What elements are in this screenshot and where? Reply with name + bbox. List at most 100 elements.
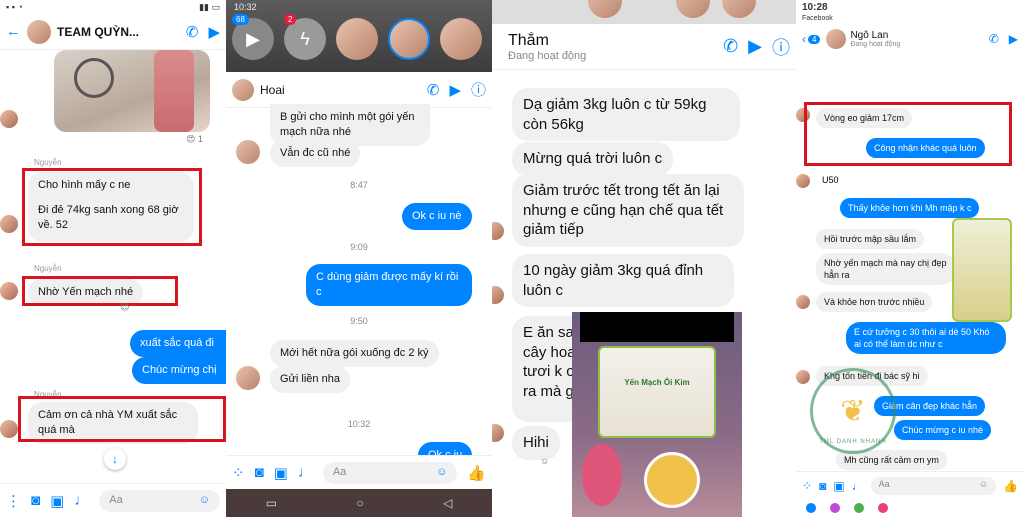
sender-name: Nguyễn <box>34 158 62 167</box>
camera-icon[interactable]: ◙ <box>31 492 40 509</box>
message-bubble[interactable]: Giảm trước tết trong tết ăn lại nhưng e … <box>512 174 744 247</box>
message-bubble[interactable]: Ok c iu nè <box>402 203 472 230</box>
message-bubble[interactable]: Nhờ yến mạch mà nay chị đẹp hẳn ra <box>816 253 956 286</box>
video-icon[interactable]: ▶ <box>1009 32 1018 46</box>
emoji-icon[interactable]: ☺ <box>199 494 210 508</box>
group-avatar[interactable] <box>27 19 51 44</box>
message-text[interactable]: U50 <box>816 172 845 188</box>
info-icon[interactable]: ⓘ <box>772 34 790 60</box>
more-icon[interactable]: ⋮ <box>6 492 21 510</box>
camera-icon[interactable]: ◙ <box>255 464 264 481</box>
message-bubble[interactable]: Vẫn đc cũ nhé <box>270 140 361 167</box>
contact-avatar[interactable] <box>826 29 847 49</box>
message-bubble[interactable]: 10 ngày giảm 3kg quá đỉnh luôn c <box>512 254 734 307</box>
camera-icon[interactable]: ◙ <box>819 479 826 493</box>
contact-avatar[interactable] <box>722 0 756 18</box>
sender-avatar[interactable] <box>0 110 18 128</box>
chat-header: Thắm Đang hoạt động ✆ ▶ ⓘ <box>492 24 796 70</box>
reaction-count[interactable]: 😍 1 <box>186 134 203 145</box>
phone-icon[interactable]: ✆ <box>186 23 199 41</box>
message-bubble[interactable]: xuất sắc quá đi <box>130 330 226 357</box>
message-input[interactable]: Aa ☺ <box>99 489 220 512</box>
reaction-add-icon[interactable]: ☺ <box>540 456 549 466</box>
scroll-down-button[interactable]: ↓ <box>104 448 126 470</box>
contact-avatar[interactable] <box>236 140 260 164</box>
message-bubble[interactable]: Thấy khỏe hơn khi Mh mập k c <box>840 198 980 219</box>
status-time: 10:28 <box>802 2 828 13</box>
back-arrow-icon[interactable]: ← <box>6 23 21 40</box>
video-icon[interactable]: ▶ <box>449 81 461 99</box>
sender-avatar[interactable] <box>492 424 504 442</box>
chat-panel-tham: Thắm Đang hoạt động ✆ ▶ ⓘ Dạ giảm 3kg lu… <box>492 0 796 517</box>
sender-avatar[interactable] <box>492 222 504 240</box>
chat-title[interactable]: TEAM QUỲN... <box>57 25 176 39</box>
message-bubble[interactable]: Gửi liền nha <box>270 366 350 393</box>
message-bubble[interactable]: Hihi <box>512 426 560 460</box>
timestamp: 8:47 <box>350 180 368 190</box>
sender-avatar[interactable] <box>0 282 18 300</box>
contact-avatar[interactable] <box>336 18 378 60</box>
info-icon[interactable]: ⓘ <box>471 79 486 100</box>
reaction-tray <box>796 499 1024 517</box>
contact-avatar[interactable] <box>388 18 430 60</box>
recent-apps-icon[interactable]: ▭ <box>266 496 277 510</box>
dot-icon[interactable] <box>806 503 816 513</box>
message-bubble[interactable]: E cứ tưởng c 30 thôi ai dè 50 Khó ai có … <box>846 322 1006 355</box>
contact-avatar[interactable] <box>588 0 622 18</box>
sender-avatar[interactable] <box>0 420 18 438</box>
apps-icon[interactable]: ⁘ <box>802 479 812 493</box>
message-bubble[interactable]: Mới hết nữa gói xuống đc 2 ký <box>270 340 439 367</box>
home-icon[interactable]: ○ <box>356 496 363 510</box>
sender-avatar[interactable] <box>796 295 810 309</box>
status-time: 10:32 <box>234 2 257 12</box>
message-input[interactable]: Aa ☺ <box>322 461 458 484</box>
image-icon[interactable]: ▣ <box>274 464 288 482</box>
emoji-icon[interactable]: ☺ <box>436 466 447 480</box>
message-bubble[interactable]: Mừng quá trời luôn c <box>512 142 674 176</box>
back-icon[interactable]: ◁ <box>443 496 452 510</box>
phone-icon[interactable]: ✆ <box>723 36 738 57</box>
sender-avatar[interactable] <box>796 174 810 188</box>
contact-avatar[interactable] <box>236 366 260 390</box>
like-icon[interactable]: 👍 <box>467 464 486 482</box>
sender-avatar[interactable] <box>796 370 810 384</box>
photo-message[interactable] <box>54 50 210 132</box>
dot-icon[interactable] <box>878 503 888 513</box>
chat-title[interactable]: Hoai <box>260 83 417 97</box>
message-bubble[interactable]: Hồi trước mập sầu lắm <box>816 229 924 250</box>
product-photo[interactable]: Yến Mạch Ôi Kim <box>572 312 742 517</box>
contact-avatar[interactable] <box>232 78 254 101</box>
chat-title[interactable]: Ngô Lan <box>850 30 978 41</box>
sender-avatar[interactable] <box>0 215 18 233</box>
dot-icon[interactable] <box>830 503 840 513</box>
reaction-count[interactable]: 😍 <box>120 302 129 313</box>
emoji-icon[interactable]: ☺ <box>979 479 988 493</box>
redaction-bar <box>580 312 734 342</box>
contact-avatar[interactable] <box>440 18 482 60</box>
apps-icon[interactable]: ⁘ <box>232 464 245 482</box>
dot-icon[interactable] <box>854 503 864 513</box>
mic-icon[interactable]: ♩ <box>298 464 313 481</box>
mic-icon[interactable]: ♩ <box>852 479 864 493</box>
back-arrow-icon[interactable]: ‹ <box>802 32 806 46</box>
video-icon[interactable]: ▶ <box>748 36 762 57</box>
active-status: Đang hoạt động <box>850 41 901 48</box>
message-input[interactable]: Aa ☺ <box>870 476 997 495</box>
story-badge: 68 <box>232 14 249 25</box>
message-bubble[interactable]: Và khỏe hơn trước nhiều <box>816 292 933 313</box>
mic-icon[interactable]: ♩ <box>74 492 89 509</box>
like-icon[interactable]: 👍 <box>1003 479 1018 493</box>
contact-avatar[interactable] <box>676 0 710 18</box>
phone-icon[interactable]: ✆ <box>427 81 440 99</box>
sender-avatar[interactable] <box>492 286 504 304</box>
top-avatars <box>492 0 796 24</box>
chat-title[interactable]: Thắm <box>508 32 713 50</box>
phone-icon[interactable]: ✆ <box>989 32 999 46</box>
message-bubble[interactable]: Dạ giảm 3kg luôn c từ 59kg còn 56kg <box>512 88 740 141</box>
message-bubble[interactable]: C dùng giảm được mấy kí rồi c <box>306 264 472 306</box>
image-icon[interactable]: ▣ <box>833 479 844 493</box>
video-icon[interactable]: ▶ <box>208 23 220 41</box>
message-bubble[interactable]: Chúc mừng chị <box>132 357 226 384</box>
message-bubble[interactable]: Chúc mừng c iu nhé <box>894 420 992 441</box>
image-icon[interactable]: ▣ <box>50 492 64 510</box>
